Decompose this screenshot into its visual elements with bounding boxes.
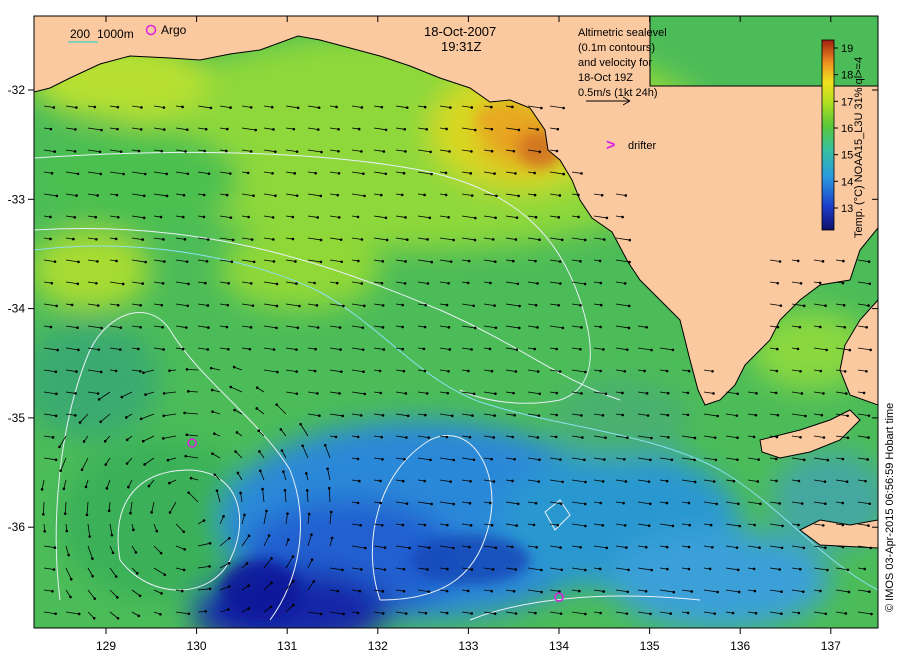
lon-tick-label: 135 bbox=[640, 639, 660, 653]
colorbar-tick-label: 17 bbox=[841, 96, 853, 108]
svg-text:(0.1m contours): (0.1m contours) bbox=[578, 42, 655, 54]
depth-label: 1000m bbox=[97, 27, 134, 41]
colorbar-tick-label: 14 bbox=[841, 176, 853, 188]
time-label: 19:31Z bbox=[441, 39, 482, 54]
lat-tick-label: -33 bbox=[8, 192, 26, 206]
colorbar-tick-label: 16 bbox=[841, 123, 853, 135]
argo-legend-label: Argo bbox=[161, 23, 187, 37]
colorbar-title: Temp. (°C) NOAA15_L3U 31% ql>=4 bbox=[853, 57, 865, 238]
svg-text:and velocity for: and velocity for bbox=[578, 57, 652, 69]
lon-tick-label: 131 bbox=[277, 639, 297, 653]
svg-text:18-Oct 19Z: 18-Oct 19Z bbox=[578, 72, 633, 84]
colorbar bbox=[821, 39, 835, 231]
date-label: 18-Oct-2007 bbox=[424, 24, 496, 39]
colorbar-tick-label: 19 bbox=[841, 43, 853, 55]
lat-tick-label: -36 bbox=[8, 520, 26, 534]
colorbar-tick-label: 18 bbox=[841, 70, 853, 82]
lon-tick-label: 134 bbox=[549, 639, 569, 653]
scale-bar-label: 200 bbox=[70, 27, 90, 41]
drifter-legend-label: drifter bbox=[628, 140, 656, 152]
lat-tick-label: -35 bbox=[8, 411, 26, 425]
lon-tick-label: 133 bbox=[458, 639, 478, 653]
lat-tick-label: -32 bbox=[8, 83, 26, 97]
sst-map: 129 130 131 132 133 134 135 136 137 -32 -33 -34 -35… bbox=[8, 15, 896, 653]
svg-text:Altimetric sealevel: Altimetric sealevel bbox=[578, 27, 667, 39]
lon-tick-label: 132 bbox=[368, 639, 388, 653]
lon-tick-label: 136 bbox=[730, 639, 750, 653]
svg-text:0.5m/s (1kt 24h): 0.5m/s (1kt 24h) bbox=[578, 87, 657, 99]
drifter-legend-icon: > bbox=[606, 137, 615, 154]
colorbar-tick-label: 13 bbox=[841, 203, 853, 215]
credit-text: © IMOS 03-Apr-2015 06:56:59 Hobart time bbox=[884, 403, 896, 612]
colorbar-tick-label: 15 bbox=[841, 150, 853, 162]
lat-tick-label: -34 bbox=[8, 302, 26, 316]
lon-tick-label: 129 bbox=[96, 639, 116, 653]
lon-tick-label: 137 bbox=[821, 639, 841, 653]
lon-tick-label: 130 bbox=[187, 639, 207, 653]
